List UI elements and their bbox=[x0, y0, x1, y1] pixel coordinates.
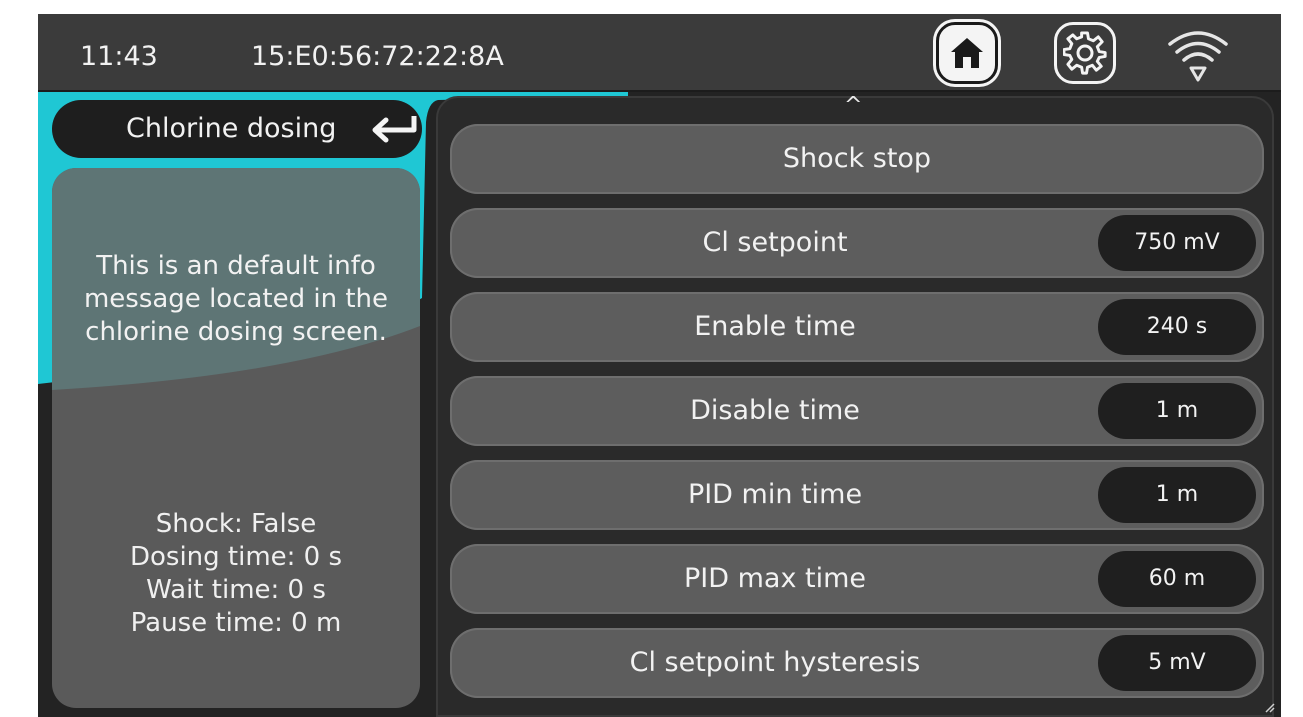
gear-icon bbox=[1063, 31, 1107, 75]
setting-value[interactable]: 60 m bbox=[1098, 551, 1256, 607]
wait-time-status: Wait time: 0 s bbox=[146, 575, 326, 605]
pause-time-status: Pause time: 0 m bbox=[130, 608, 342, 638]
settings-button[interactable] bbox=[1054, 22, 1116, 84]
device-id: 15:E0:56:72:22:8A bbox=[251, 41, 504, 72]
setting-row-pid-max-time[interactable]: PID max time 60 m bbox=[450, 544, 1264, 614]
setting-row-pid-min-time[interactable]: PID min time 1 m bbox=[450, 460, 1264, 530]
setting-label: Cl setpoint bbox=[702, 227, 848, 258]
setting-row-cl-setpoint[interactable]: Cl setpoint 750 mV bbox=[450, 208, 1264, 278]
scroll-up-indicator[interactable]: ^ bbox=[844, 95, 862, 117]
wifi-icon[interactable] bbox=[1166, 26, 1230, 84]
resize-handle-icon bbox=[1265, 703, 1275, 713]
setting-value[interactable]: 5 mV bbox=[1098, 635, 1256, 691]
setting-row-cl-setpoint-hysteresis[interactable]: Cl setpoint hysteresis 5 mV bbox=[450, 628, 1264, 698]
shock-stop-button[interactable]: Shock stop bbox=[450, 124, 1264, 194]
screen-title-bar[interactable]: Chlorine dosing bbox=[52, 100, 422, 158]
info-panel: This is an default info message located … bbox=[52, 168, 420, 708]
shock-stop-label: Shock stop bbox=[782, 143, 932, 174]
dosing-time-status: Dosing time: 0 s bbox=[129, 542, 343, 572]
info-message: This is an default info message located … bbox=[83, 251, 389, 347]
shock-status: Shock: False bbox=[155, 509, 317, 539]
setting-label: Enable time bbox=[694, 311, 856, 342]
setting-value[interactable]: 1 m bbox=[1098, 383, 1256, 439]
dosing-status: Shock: False Dosing time: 0 s Wait time:… bbox=[52, 508, 420, 640]
setting-label: PID min time bbox=[687, 479, 863, 510]
setting-row-disable-time[interactable]: Disable time 1 m bbox=[450, 376, 1264, 446]
setting-value[interactable]: 240 s bbox=[1098, 299, 1256, 355]
setting-label: PID max time bbox=[683, 563, 867, 594]
status-bar: 11:43 15:E0:56:72:22:8A bbox=[38, 14, 1281, 92]
setting-label: Disable time bbox=[690, 395, 860, 426]
device-screen: 11:43 15:E0:56:72:22:8A Chlorine dosing bbox=[38, 14, 1281, 717]
screen-title: Chlorine dosing bbox=[126, 113, 337, 144]
clock: 11:43 bbox=[80, 41, 158, 72]
home-icon bbox=[951, 38, 983, 68]
setting-label: Cl setpoint hysteresis bbox=[629, 647, 921, 678]
home-button[interactable] bbox=[936, 22, 998, 84]
setting-value[interactable]: 1 m bbox=[1098, 467, 1256, 523]
setting-value[interactable]: 750 mV bbox=[1098, 215, 1256, 271]
return-arrow-icon[interactable] bbox=[370, 114, 418, 144]
setting-row-enable-time[interactable]: Enable time 240 s bbox=[450, 292, 1264, 362]
